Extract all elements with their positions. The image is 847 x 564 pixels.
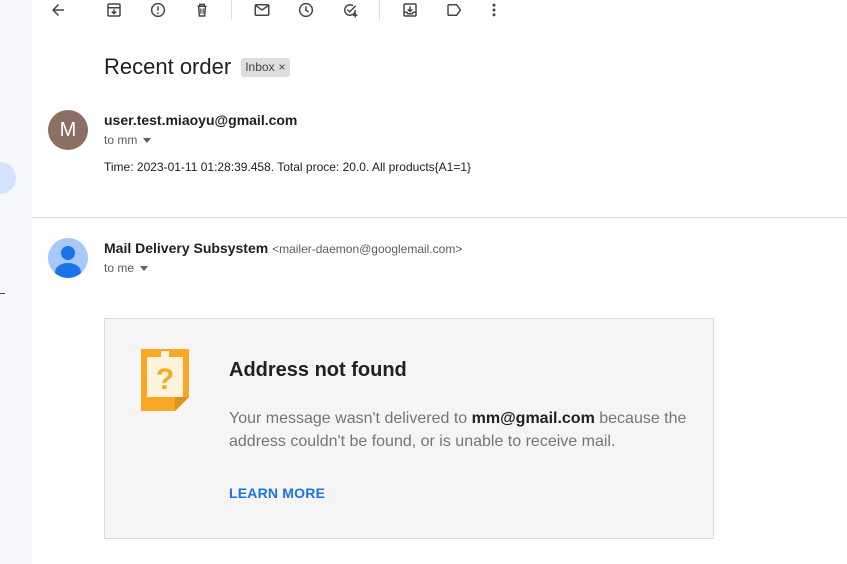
delete-icon[interactable]: [192, 0, 212, 20]
avatar-letter: M: [59, 118, 77, 141]
recipients-label: to me: [104, 261, 135, 275]
label-chip-text: Inbox: [245, 60, 275, 74]
sender-line: Mail Delivery Subsystem <mailer-daemon@g…: [104, 240, 462, 256]
failed-address: mm@gmail.com: [471, 410, 595, 427]
message-toolbar: [32, 0, 847, 22]
report-spam-icon[interactable]: [148, 0, 168, 20]
message-divider: [32, 217, 847, 218]
recipients-toggle[interactable]: to mm: [104, 133, 152, 147]
message-body: Time: 2023-01-11 01:28:39.458. Total pro…: [104, 160, 472, 174]
chevron-down-icon: [143, 137, 152, 143]
chevron-down-icon: [140, 265, 149, 271]
mark-unread-icon[interactable]: [252, 0, 272, 20]
sender-avatar[interactable]: M: [48, 110, 88, 150]
toolbar-separator: [231, 0, 232, 20]
failure-title: Address not found: [229, 359, 407, 381]
subject-row: Recent order Inbox ×: [104, 54, 290, 80]
more-vert-icon[interactable]: [484, 0, 504, 20]
email-subject: Recent order: [104, 54, 232, 79]
back-arrow-icon[interactable]: [48, 0, 68, 20]
add-task-icon[interactable]: [340, 0, 360, 20]
delivery-failure-card: ? Address not found Your message wasn't …: [104, 318, 714, 539]
move-to-icon[interactable]: [400, 0, 420, 20]
remove-label-icon[interactable]: ×: [279, 60, 286, 74]
warning-note-icon: ?: [141, 349, 189, 411]
archive-icon[interactable]: [104, 0, 124, 20]
sender-name[interactable]: Mail Delivery Subsystem: [104, 240, 268, 256]
sender-email: <mailer-daemon@googlemail.com>: [272, 242, 463, 256]
snooze-icon[interactable]: [296, 0, 316, 20]
inbox-label-chip[interactable]: Inbox ×: [241, 57, 290, 77]
learn-more-link[interactable]: LEARN MORE: [229, 485, 325, 501]
person-avatar-icon[interactable]: [48, 238, 88, 278]
rail-active-indicator[interactable]: [0, 162, 16, 194]
recipients-toggle[interactable]: to me: [104, 261, 149, 275]
label-icon[interactable]: [444, 0, 464, 20]
left-rail: [0, 0, 32, 564]
failure-message-start: Your message wasn't delivered to: [229, 410, 472, 427]
toolbar-separator: [379, 0, 380, 20]
sender-name[interactable]: user.test.miaoyu@gmail.com: [104, 112, 297, 128]
failure-message: Your message wasn't delivered to mm@gmai…: [229, 407, 699, 453]
svg-text:?: ?: [156, 363, 174, 396]
recipients-label: to mm: [104, 133, 138, 147]
rail-divider: [0, 293, 5, 294]
